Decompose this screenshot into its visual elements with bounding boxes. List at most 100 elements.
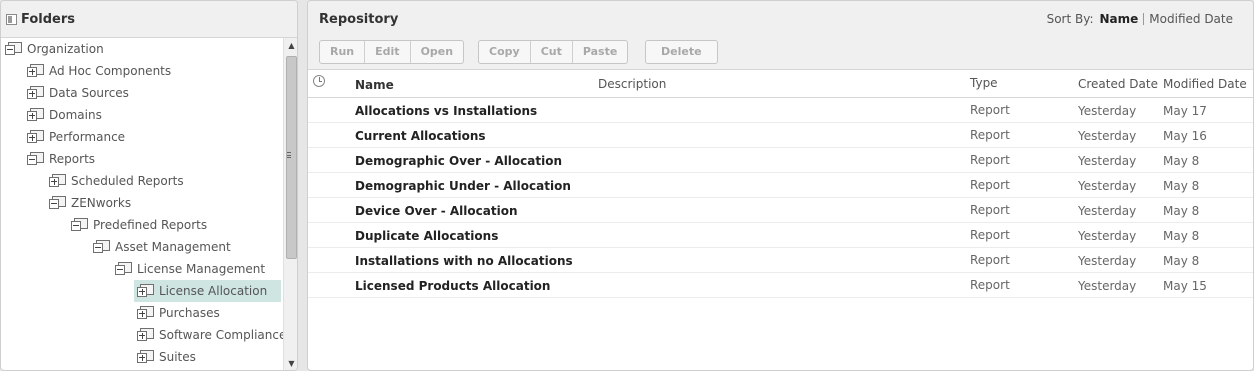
folder-expand-icon[interactable] (27, 86, 44, 100)
folder-expand-icon[interactable] (27, 108, 44, 122)
sort-by-label: Sort By: (1046, 12, 1094, 26)
tree-node-performance[interactable]: Performance (27, 126, 129, 148)
tree-node-data-sources[interactable]: Data Sources (27, 82, 133, 104)
tree-node-license-allocation[interactable]: License Allocation (134, 280, 281, 302)
tree-node-label: Suites (159, 350, 196, 364)
tree-node-label: Reports (49, 152, 96, 166)
folder-expand-icon[interactable] (137, 284, 154, 298)
collapse-panel-icon[interactable] (6, 13, 17, 25)
column-header-created-date[interactable]: Created Date (1078, 77, 1158, 91)
row-created-date: Yesterday (1078, 279, 1137, 293)
row-name[interactable]: Allocations vs Installations (355, 104, 537, 118)
tree-node-label: Performance (49, 130, 126, 144)
table-row[interactable]: Licensed Products Allocation Report Yest… (308, 273, 1253, 298)
edit-button[interactable]: Edit (365, 41, 411, 63)
tree-node-reports[interactable]: Reports (27, 148, 99, 170)
copy-button[interactable]: Copy (479, 41, 531, 63)
column-header-description[interactable]: Description (598, 77, 666, 91)
repository-table: Name Description Type Created Date Modif… (308, 70, 1253, 298)
tree-node-suites[interactable]: Suites (137, 346, 200, 368)
row-name[interactable]: Installations with no Allocations (355, 254, 573, 268)
table-row[interactable]: Demographic Over - Allocation Report Yes… (308, 148, 1253, 173)
row-type: Report (970, 278, 1010, 292)
sort-by-name-option[interactable]: Name (1100, 12, 1139, 26)
tree-scrollbar[interactable]: ▲ ▼ (283, 38, 297, 370)
tree-node-label: Data Sources (49, 86, 129, 100)
folder-collapse-icon[interactable] (49, 196, 66, 210)
table-row[interactable]: Device Over - Allocation Report Yesterda… (308, 198, 1253, 223)
tree-node-purchases[interactable]: Purchases (137, 302, 224, 324)
clock-icon[interactable] (313, 75, 325, 87)
tree-node-organization[interactable]: Organization (5, 38, 108, 60)
row-modified-date: May 15 (1163, 279, 1207, 293)
repository-panel: Repository Sort By: Name Modified Date R… (307, 0, 1254, 371)
row-created-date: Yesterday (1078, 129, 1137, 143)
folder-collapse-icon[interactable] (5, 42, 22, 56)
repository-title: Repository (319, 12, 399, 27)
tree-node-label: Ad Hoc Components (49, 64, 172, 78)
row-type: Report (970, 178, 1010, 192)
table-row[interactable]: Current Allocations Report Yesterday May… (308, 123, 1253, 148)
table-row[interactable]: Allocations vs Installations Report Yest… (308, 98, 1253, 123)
tree-node-zenworks[interactable]: ZENworks (49, 192, 135, 214)
folders-header: Folders (1, 1, 297, 38)
tree-node-label: Software Compliance (159, 328, 283, 342)
tree-node-label: Organization (27, 42, 104, 56)
folder-expand-icon[interactable] (137, 306, 154, 320)
folder-collapse-icon[interactable] (27, 152, 44, 166)
tree-node-domains[interactable]: Domains (27, 104, 106, 126)
row-name[interactable]: Demographic Under - Allocation (355, 179, 571, 193)
tree-node-license-management[interactable]: License Management (115, 258, 269, 280)
row-name[interactable]: Duplicate Allocations (355, 229, 498, 243)
scroll-down-icon[interactable]: ▼ (284, 357, 297, 370)
folder-expand-icon[interactable] (27, 130, 44, 144)
tree-node-label: Domains (49, 108, 102, 122)
scroll-up-icon[interactable]: ▲ (284, 39, 297, 53)
sort-by-modified-date-option[interactable]: Modified Date (1149, 12, 1233, 26)
tree-node-asset-management[interactable]: Asset Management (93, 236, 235, 258)
row-created-date: Yesterday (1078, 179, 1137, 193)
column-header-modified-date[interactable]: Modified Date (1163, 77, 1247, 91)
table-row[interactable]: Demographic Under - Allocation Report Ye… (308, 173, 1253, 198)
tree-node-label: Asset Management (115, 240, 231, 254)
cut-button[interactable]: Cut (531, 41, 573, 63)
tree-node-predefined-reports[interactable]: Predefined Reports (71, 214, 211, 236)
row-modified-date: May 17 (1163, 104, 1207, 118)
row-type: Report (970, 253, 1010, 267)
folder-tree: Organization Ad Hoc Components Data Sour… (1, 38, 283, 370)
folder-expand-icon[interactable] (49, 174, 66, 188)
tree-node-software-compliance[interactable]: Software Compliance (137, 324, 283, 346)
run-button[interactable]: Run (320, 41, 366, 63)
tree-node-scheduled-reports[interactable]: Scheduled Reports (49, 170, 188, 192)
delete-group: Delete (645, 40, 718, 64)
tree-node-label: License Allocation (159, 284, 268, 298)
row-name[interactable]: Current Allocations (355, 129, 486, 143)
row-name[interactable]: Licensed Products Allocation (355, 279, 550, 293)
delete-button[interactable]: Delete (646, 41, 717, 63)
paste-button[interactable]: Paste (573, 41, 627, 63)
column-header-type[interactable]: Type (970, 76, 998, 90)
table-row[interactable]: Installations with no Allocations Report… (308, 248, 1253, 273)
folder-collapse-icon[interactable] (115, 262, 132, 276)
row-created-date: Yesterday (1078, 229, 1137, 243)
open-button[interactable]: Open (411, 41, 464, 63)
sort-separator (1143, 13, 1145, 25)
tree-node-ad-hoc-components[interactable]: Ad Hoc Components (27, 60, 175, 82)
row-modified-date: May 8 (1163, 179, 1200, 193)
table-header: Name Description Type Created Date Modif… (308, 70, 1253, 98)
column-header-name[interactable]: Name (355, 78, 394, 92)
row-type: Report (970, 228, 1010, 242)
tree-node-label: Purchases (159, 306, 220, 320)
folder-expand-icon[interactable] (137, 328, 154, 342)
row-modified-date: May 16 (1163, 129, 1207, 143)
folder-expand-icon[interactable] (27, 64, 44, 78)
repository-header: Repository Sort By: Name Modified Date (308, 1, 1253, 38)
table-row[interactable]: Duplicate Allocations Report Yesterday M… (308, 223, 1253, 248)
row-type: Report (970, 128, 1010, 142)
row-name[interactable]: Demographic Over - Allocation (355, 154, 562, 168)
tree-node-label: License Management (137, 262, 266, 276)
folder-expand-icon[interactable] (137, 350, 154, 364)
folder-collapse-icon[interactable] (71, 218, 88, 232)
row-name[interactable]: Device Over - Allocation (355, 204, 518, 218)
folder-collapse-icon[interactable] (93, 240, 110, 254)
